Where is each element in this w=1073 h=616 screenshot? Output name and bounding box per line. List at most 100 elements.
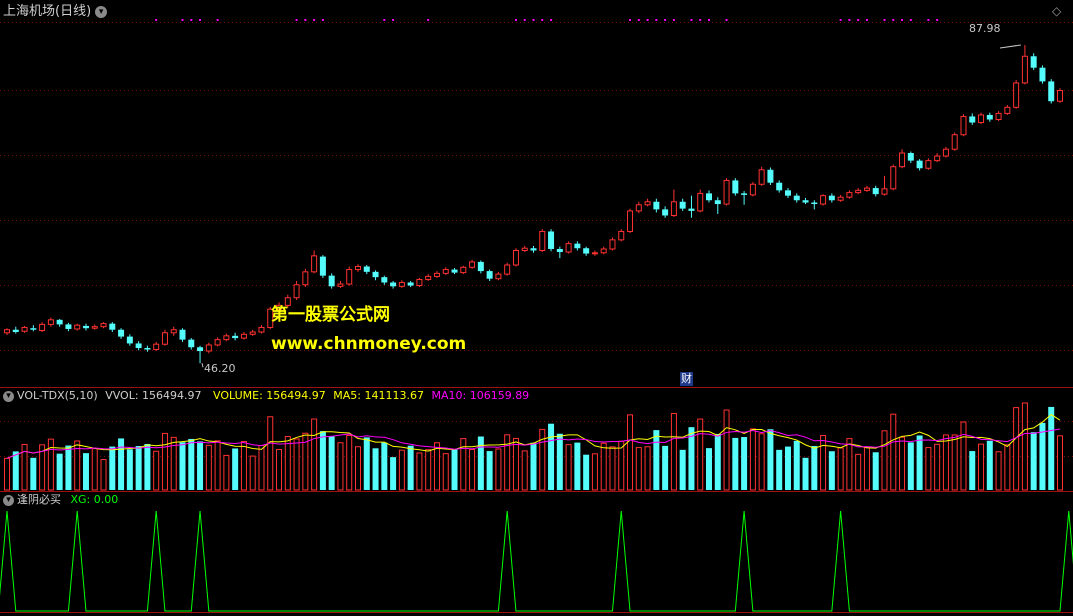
signal-dot (321, 19, 324, 21)
candle-body (118, 329, 125, 337)
volume-bar (311, 418, 318, 491)
candle-body (820, 195, 827, 205)
signal-dot (199, 19, 202, 21)
signal-dot (646, 19, 649, 21)
ma5-value: MA5: 141113.67 (333, 389, 424, 402)
candle-body (556, 248, 563, 253)
volume-bar (328, 436, 335, 490)
candle-body (372, 271, 379, 278)
volume-bar (934, 443, 941, 491)
volume-bar (767, 429, 774, 490)
volume-bar (179, 442, 186, 490)
candle-body (258, 326, 265, 333)
volume-bar (486, 451, 493, 490)
signal-dot (690, 19, 693, 21)
low-price-label: 46.20 (204, 362, 236, 375)
signal-dot (181, 19, 184, 21)
volume-bar (390, 457, 397, 490)
volume-bar (653, 430, 660, 490)
candle-body (188, 339, 195, 348)
volume-bar (907, 442, 914, 490)
volume-value: VOLUME: 156494.97 (213, 389, 326, 402)
candle-body (30, 328, 37, 330)
volume-bar (627, 414, 634, 491)
volume-bar (644, 446, 651, 491)
volume-bar (161, 432, 168, 491)
candle-body (951, 134, 958, 150)
candle-body (548, 231, 555, 249)
volume-bar (749, 428, 756, 491)
volume-bar (47, 438, 54, 491)
volume-bar (714, 433, 721, 490)
volume-bar (319, 431, 326, 490)
volume-bar (784, 446, 791, 490)
volume-bar (433, 442, 440, 491)
signal-dot (637, 19, 640, 21)
volume-bar (960, 421, 967, 491)
volume-bar (258, 445, 265, 491)
volume-bar (925, 447, 932, 491)
volume-bar (951, 434, 958, 491)
volume-bar (890, 413, 897, 491)
chevron-down-icon[interactable]: ▾ (3, 390, 14, 402)
volume-bar (679, 449, 686, 490)
candle-body (662, 209, 669, 216)
volume-bar (855, 453, 862, 491)
signal-dot (304, 19, 307, 21)
chevron-down-icon[interactable]: ▾ (95, 5, 108, 18)
candle-body (723, 179, 730, 205)
candle-body (512, 250, 519, 266)
signal-dot (629, 19, 632, 21)
candle-body (1021, 55, 1028, 84)
candle-body (442, 269, 449, 274)
volume-bar (776, 449, 783, 490)
candle-body (907, 153, 914, 161)
candle-body (451, 269, 458, 273)
volume-bar (600, 442, 607, 491)
volume-bar (828, 451, 835, 490)
volume-bar (469, 449, 476, 491)
volume-bar (381, 442, 388, 490)
candle-body (477, 261, 484, 272)
finance-marker[interactable]: 财 (680, 372, 693, 386)
volume-bar (583, 454, 590, 490)
candle-body (240, 333, 247, 339)
candle-body (521, 247, 528, 252)
volume-bar (978, 443, 985, 491)
xg-value: XG: 0.00 (70, 493, 119, 506)
candle-body (232, 335, 239, 339)
signal-dot (383, 19, 386, 21)
volume-bar (732, 437, 739, 490)
volume-bar (284, 436, 291, 491)
volume-bar (135, 446, 142, 490)
low-pointer (201, 363, 204, 368)
volume-bar (232, 448, 239, 490)
candle-body (934, 155, 941, 162)
signal-dot (725, 19, 728, 21)
signal-dot (392, 19, 395, 21)
candle-body (381, 277, 388, 283)
candle-body (179, 329, 186, 340)
diamond-icon[interactable]: ◇ (1052, 4, 1061, 18)
xg-signal-line (0, 510, 1073, 612)
signal-dot (532, 19, 535, 21)
volume-bar (1021, 402, 1028, 491)
signal-dot (313, 19, 316, 21)
volume-bar (1004, 444, 1011, 491)
volume-bar (846, 438, 853, 491)
volume-bar (293, 438, 300, 491)
volume-bar (82, 453, 89, 490)
candle-body (679, 201, 686, 209)
candle-body (1004, 106, 1011, 114)
signal-dot (541, 19, 544, 21)
stock-chart[interactable] (0, 0, 1073, 616)
candle-body (574, 243, 581, 249)
chevron-down-icon[interactable]: ▾ (3, 494, 14, 506)
main-panel-header: 上海机场(日线) ▾ (3, 5, 108, 19)
volume-bar (346, 434, 353, 491)
candle-body (100, 323, 107, 328)
volume-bar (986, 440, 993, 490)
volume-bar (565, 444, 572, 491)
candle-body (749, 183, 756, 196)
volume-bar (1030, 432, 1037, 490)
